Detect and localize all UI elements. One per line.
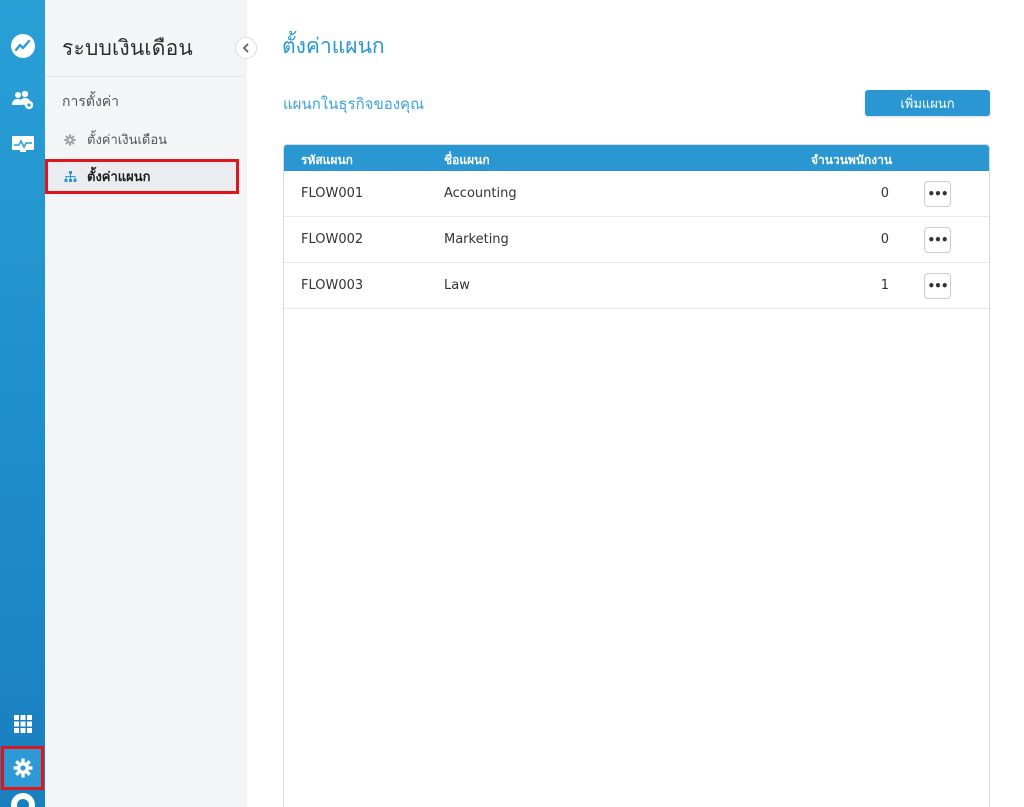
cell-department-name: Accounting [444, 186, 517, 201]
header-employee-count[interactable]: จำนวนพนักงาน [811, 151, 892, 170]
sidebar-item-label: ตั้งค่าเงินเดือน [87, 133, 168, 148]
more-options-button[interactable]: ••• [924, 181, 951, 207]
sidebar-item-department-settings[interactable]: ตั้งค่าแผนก [45, 159, 239, 194]
table-row[interactable]: FLOW001 Accounting 0 ••• [284, 171, 989, 217]
org-chart-icon [63, 170, 77, 184]
gear-icon[interactable] [1, 746, 44, 790]
analytics-logo-icon[interactable] [0, 24, 45, 68]
header-department-name[interactable]: ชื่อแผนก [444, 151, 490, 170]
icon-rail [0, 0, 45, 807]
help-icon[interactable] [0, 792, 45, 807]
header-department-code[interactable]: รหัสแผนก [301, 151, 353, 170]
sidebar-item-salary-settings[interactable]: ตั้งค่าเงินเดือน [45, 122, 239, 157]
cell-employee-count: 0 [880, 186, 889, 201]
team-settings-icon[interactable] [0, 78, 45, 122]
monitor-chart-icon[interactable] [0, 122, 45, 166]
cell-employee-count: 0 [880, 232, 889, 247]
section-subtitle: แผนกในธุรกิจของคุณ [283, 95, 424, 113]
cell-department-code: FLOW001 [301, 186, 364, 201]
cell-department-code: FLOW003 [301, 278, 364, 293]
more-options-button[interactable]: ••• [924, 227, 951, 253]
table-row[interactable]: FLOW003 Law 1 ••• [284, 263, 989, 309]
cell-department-name: Law [444, 278, 470, 293]
table-row[interactable]: FLOW002 Marketing 0 ••• [284, 217, 989, 263]
sidebar-item-label: ตั้งค่าแผนก [87, 170, 151, 185]
table-header: รหัสแผนก ชื่อแผนก จำนวนพนักงาน [284, 145, 989, 171]
chevron-left-icon [242, 43, 249, 53]
gear-icon [63, 133, 77, 147]
more-options-button[interactable]: ••• [924, 273, 951, 299]
department-table: รหัสแผนก ชื่อแผนก จำนวนพนักงาน FLOW001 A… [283, 144, 990, 807]
cell-department-name: Marketing [444, 232, 509, 247]
secondary-sidebar: ระบบเงินเดือน การตั้งค่า ตั้งค่าเงินเดือ… [45, 0, 245, 807]
sidebar-divider [45, 76, 245, 77]
cell-department-code: FLOW002 [301, 232, 364, 247]
main-content: ตั้งค่าแผนก แผนกในธุรกิจของคุณ เพิ่มแผนก… [247, 0, 1024, 807]
add-department-button[interactable]: เพิ่มแผนก [865, 90, 990, 116]
apps-grid-icon[interactable] [0, 702, 45, 746]
page-title: ตั้งค่าแผนก [282, 34, 385, 58]
section-label-settings: การตั้งค่า [62, 94, 120, 110]
collapse-sidebar-button[interactable] [235, 37, 257, 59]
sidebar-title: ระบบเงินเดือน [62, 36, 193, 60]
cell-employee-count: 1 [880, 278, 889, 293]
